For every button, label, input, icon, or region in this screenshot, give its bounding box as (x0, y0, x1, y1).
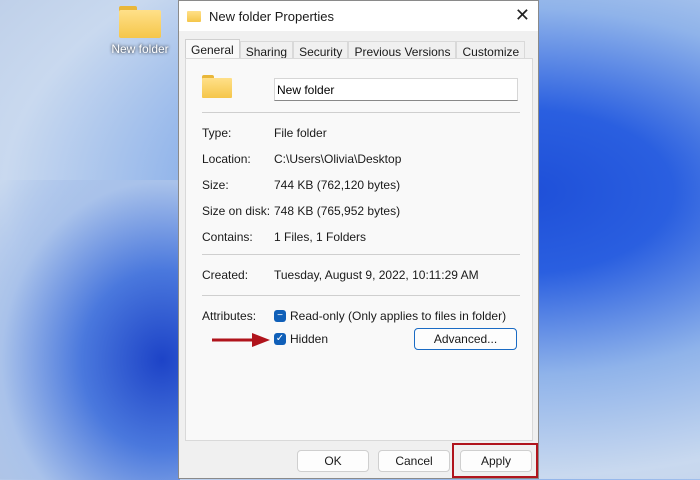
field-location: Location: C:\Users\Olivia\Desktop (202, 152, 401, 166)
desktop-folder-icon[interactable]: New folder (108, 6, 172, 56)
readonly-label: Read-only (Only applies to files in fold… (290, 309, 507, 323)
folder-name-input[interactable] (274, 78, 518, 101)
field-value: Tuesday, August 9, 2022, 10:11:29 AM (274, 268, 479, 282)
field-label: Size: (202, 178, 229, 192)
cancel-button[interactable]: Cancel (378, 450, 450, 472)
folder-icon (119, 6, 161, 38)
field-size-on-disk: Size on disk: 748 KB (765,952 bytes) (202, 204, 400, 218)
attributes-text: Attributes: (202, 309, 257, 323)
wallpaper (0, 180, 180, 480)
apply-highlight-box (452, 443, 538, 478)
ok-button[interactable]: OK (297, 450, 369, 472)
title-bar: New folder Properties ✕ (179, 1, 538, 31)
divider (202, 295, 520, 296)
folder-icon (187, 10, 201, 22)
field-value: C:\Users\Olivia\Desktop (274, 152, 402, 166)
tab-customize[interactable]: Customize (456, 41, 526, 59)
folder-icon (202, 75, 232, 98)
close-icon[interactable]: ✕ (515, 5, 530, 26)
field-value: 748 KB (765,952 bytes) (274, 204, 401, 218)
field-type: Type: File folder (202, 126, 327, 140)
tab-general[interactable]: General (185, 39, 240, 59)
field-value: 1 Files, 1 Folders (274, 230, 367, 244)
field-size: Size: 744 KB (762,120 bytes) (202, 178, 400, 192)
divider (202, 112, 520, 113)
attributes-label: Attributes: (202, 309, 256, 323)
tab-security[interactable]: Security (293, 41, 349, 59)
hidden-checkbox[interactable]: ✓ (274, 333, 286, 345)
advanced-button[interactable]: Advanced... (414, 328, 517, 350)
tab-previous-versions[interactable]: Previous Versions (348, 41, 457, 59)
field-value: 744 KB (762,120 bytes) (274, 178, 401, 192)
field-contains: Contains: 1 Files, 1 Folders (202, 230, 366, 244)
properties-dialog: New folder Properties ✕ General Sharing … (178, 0, 539, 479)
field-label: Contains: (202, 230, 253, 244)
field-created: Created: Tuesday, August 9, 2022, 10:11:2… (202, 268, 479, 282)
field-value: File folder (274, 126, 327, 140)
divider (202, 254, 520, 255)
general-panel: Type: File folder Location: C:\Users\Olivi… (185, 58, 533, 441)
desktop-icon-label: New folder (111, 42, 169, 56)
field-label: Location: (202, 152, 251, 166)
red-arrow-icon (212, 333, 270, 347)
tab-bar: General Sharing Security Previous Versio… (185, 39, 526, 59)
field-label: Type: (202, 126, 232, 140)
tab-sharing[interactable]: Sharing (239, 41, 294, 59)
readonly-checkbox[interactable]: − (274, 310, 286, 322)
field-label: Size on disk: (202, 204, 271, 218)
field-label: Created: (202, 268, 249, 282)
dialog-title: New folder Properties (209, 8, 334, 24)
hidden-label: Hidden (290, 332, 329, 346)
